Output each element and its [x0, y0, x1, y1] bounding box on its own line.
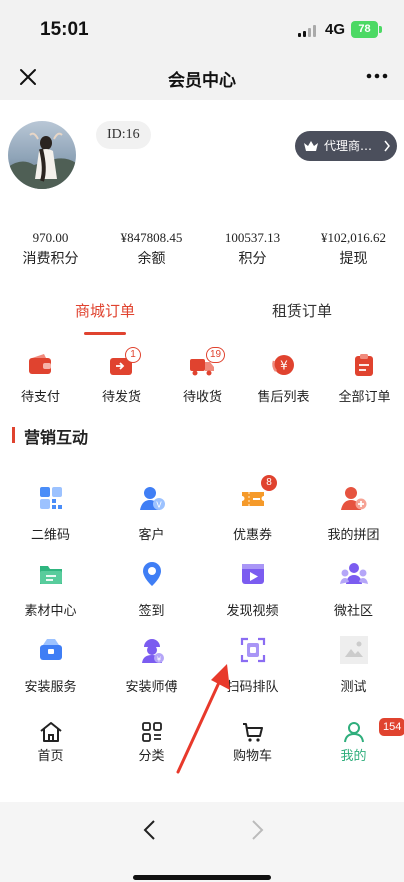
- tab-rental-orders[interactable]: 租赁订单: [272, 300, 332, 321]
- grid-item-community[interactable]: 微社区: [303, 560, 404, 624]
- grid-item-coupon[interactable]: 8 优惠券: [202, 475, 303, 548]
- folder-icon: [40, 566, 62, 584]
- tab-mall-orders[interactable]: 商城订单: [75, 300, 135, 321]
- community-icon: [340, 563, 368, 584]
- svg-text:¥: ¥: [157, 656, 162, 664]
- home-icon: [40, 722, 62, 742]
- grid-label: 签到: [138, 604, 165, 619]
- svg-text:¥: ¥: [280, 359, 288, 373]
- grid-item-check-in[interactable]: 签到: [101, 560, 202, 624]
- order-pending-shipment[interactable]: 1 待发货: [81, 347, 162, 406]
- status-time: 15:01: [40, 19, 89, 40]
- tab-home[interactable]: 首页: [0, 718, 101, 764]
- browser-toolbar: [0, 802, 404, 882]
- order-after-sales[interactable]: ¥ 售后列表: [243, 350, 324, 406]
- order-label: 待发货: [101, 390, 141, 405]
- order-label: 待支付: [20, 390, 60, 405]
- user-icon: [344, 722, 364, 743]
- signal-icon: [298, 25, 320, 37]
- crown-icon: [304, 141, 318, 151]
- svg-text:V: V: [156, 501, 162, 510]
- video-icon: [242, 564, 264, 584]
- battery-icon: 78: [351, 21, 378, 38]
- status-bar: 15:01 4G 78: [0, 0, 404, 58]
- stat-balance[interactable]: ¥847808.45 余额: [101, 229, 202, 268]
- stat-value: 970.00: [32, 230, 69, 245]
- chevron-right-icon: [384, 140, 390, 152]
- agent-button[interactable]: 代理商…: [295, 131, 397, 161]
- tab-underline: [84, 332, 126, 335]
- grid-label: 发现视频: [226, 604, 279, 619]
- order-label: 售后列表: [257, 390, 310, 405]
- install-box-icon: [40, 639, 62, 660]
- tab-mine-badge: 154: [379, 718, 404, 736]
- stats-row: 970.00 消费积分 ¥847808.45 余额 100537.13 积分 ¥…: [0, 229, 404, 269]
- stat-value: ¥102,016.62: [321, 230, 386, 245]
- network-type: 4G: [325, 21, 346, 38]
- grid-item-group-buy[interactable]: 我的拼团: [303, 484, 404, 548]
- order-badge: 19: [206, 347, 226, 363]
- section-title-text: 营销互动: [24, 428, 89, 447]
- qrcode-icon: [40, 487, 62, 509]
- annotation-arrow: [176, 664, 230, 774]
- stat-label: 提现: [339, 251, 368, 267]
- grid-label: 我的拼团: [327, 528, 380, 543]
- clipboard-icon: [355, 354, 373, 376]
- order-label: 待收货: [182, 390, 222, 405]
- order-badge: 1: [125, 347, 141, 363]
- grid-item-install-service[interactable]: 安装服务: [0, 636, 101, 700]
- stat-consumption-points[interactable]: 970.00 消费积分: [0, 229, 101, 268]
- order-label: 全部订单: [338, 390, 391, 405]
- grid-item-material-center[interactable]: 素材中心: [0, 560, 101, 624]
- stat-label: 余额: [137, 251, 166, 267]
- order-all[interactable]: 全部订单: [324, 350, 404, 406]
- tab-label: 首页: [37, 749, 64, 764]
- battery-tip: [379, 26, 382, 33]
- section-accent-bar: [12, 427, 15, 443]
- grid-item-qrcode[interactable]: 二维码: [0, 484, 101, 548]
- grid-label: 测试: [340, 680, 367, 695]
- scan-icon: [240, 637, 266, 663]
- battery-level: 78: [358, 23, 371, 35]
- tab-label: 我的: [340, 749, 367, 764]
- nav-bar: 会员中心: [0, 58, 404, 100]
- grid-label: 微社区: [333, 604, 373, 619]
- avatar[interactable]: [8, 121, 76, 189]
- order-shortcuts: 待支付 1 待发货 19 待收货 ¥ 售后列表 全部订单: [0, 347, 404, 406]
- order-pending-receipt[interactable]: 19 待收货: [162, 347, 243, 406]
- grid-label: 二维码: [30, 528, 70, 543]
- location-pin-icon: [143, 562, 161, 586]
- grid-item-test[interactable]: 测试: [303, 636, 404, 700]
- grid-label: 客户: [138, 528, 165, 543]
- order-tabs: 商城订单 租赁订单: [0, 296, 404, 336]
- image-placeholder-icon: [340, 636, 368, 664]
- grid-label: 优惠券: [232, 528, 272, 543]
- wallet-icon: [29, 354, 51, 374]
- forward-icon[interactable]: [248, 819, 266, 841]
- stat-points[interactable]: 100537.13 积分: [202, 229, 303, 268]
- stat-withdraw[interactable]: ¥102,016.62 提现: [303, 229, 404, 268]
- grid-item-discover-video[interactable]: 发现视频: [202, 560, 303, 624]
- grid-label: 安装服务: [24, 680, 77, 695]
- group-buy-icon: [341, 487, 367, 510]
- cart-icon: [243, 723, 263, 742]
- home-indicator: [133, 875, 271, 880]
- order-pending-payment[interactable]: 待支付: [0, 350, 81, 406]
- stat-value: ¥847808.45: [120, 230, 183, 245]
- back-icon[interactable]: [141, 819, 159, 841]
- grid-item-customer[interactable]: V 客户: [101, 484, 202, 548]
- refund-icon: ¥: [272, 355, 294, 375]
- page-title: 会员中心: [168, 71, 236, 91]
- category-icon: [142, 722, 162, 742]
- grid-label: 素材中心: [24, 604, 77, 619]
- customer-icon: V: [140, 487, 165, 510]
- user-id: ID:16: [96, 121, 151, 149]
- stat-label: 消费积分: [22, 251, 79, 267]
- agent-button-label: 代理商…: [324, 139, 373, 153]
- coupon-badge: 8: [261, 475, 277, 491]
- more-icon[interactable]: [362, 64, 392, 88]
- worker-icon: ¥: [142, 639, 164, 664]
- stat-label: 积分: [238, 251, 267, 267]
- stat-value: 100537.13: [224, 230, 281, 245]
